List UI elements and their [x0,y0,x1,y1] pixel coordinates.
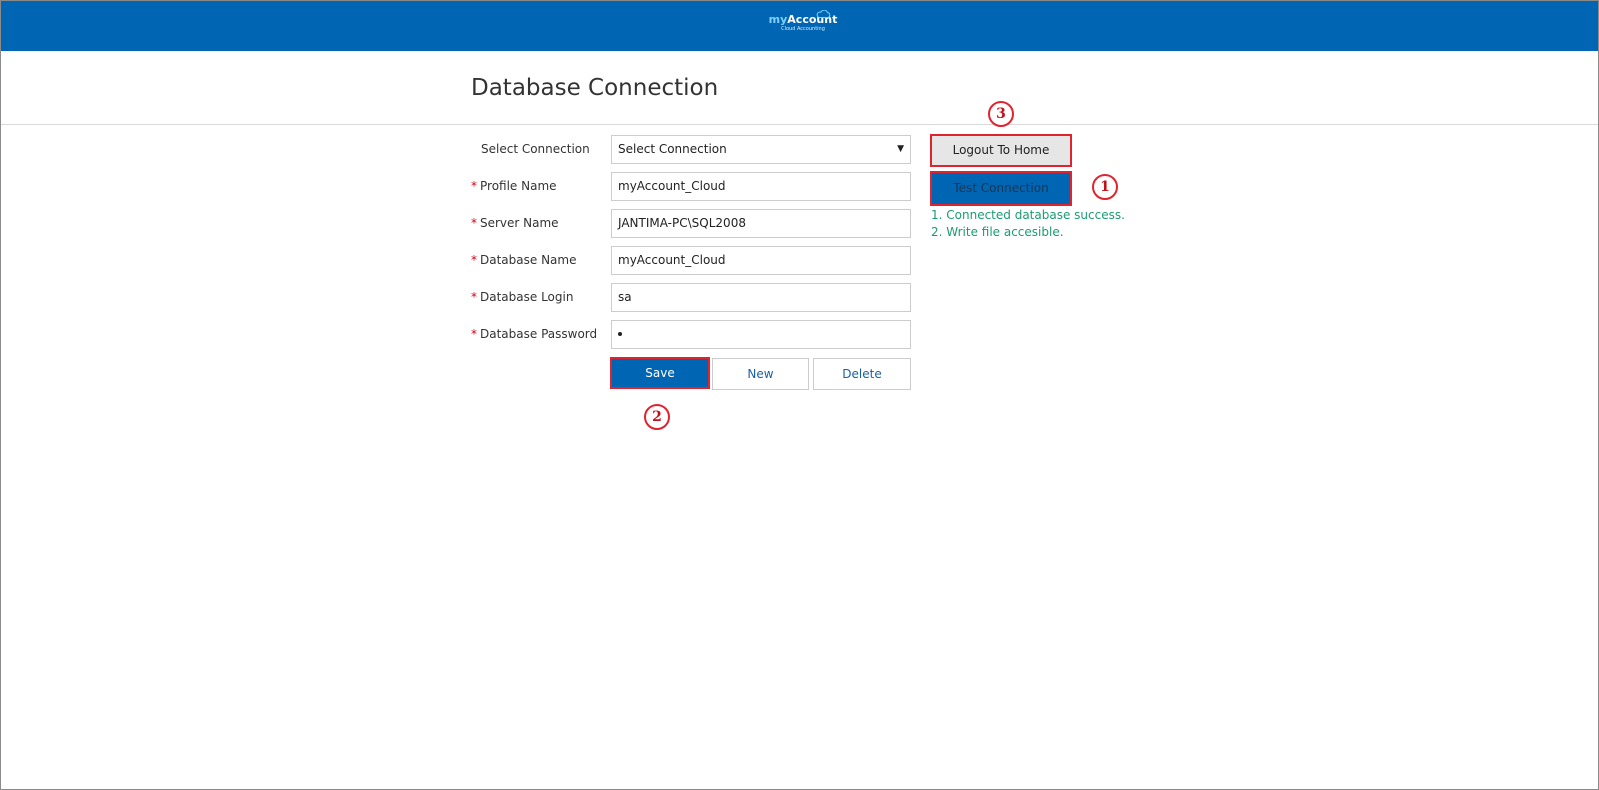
status-message-file: 2. Write file accesible. [931,225,1064,239]
top-header-bar: myAccount Cloud Accounting [1,1,1598,51]
required-asterisk: * [471,253,477,267]
database-name-label: * Database Name [471,253,577,267]
select-connection-label: Select Connection [481,142,590,156]
database-login-label: * Database Login [471,290,574,304]
required-asterisk: * [471,216,477,230]
database-password-label: * Database Password [471,327,598,341]
select-connection-value: Select Connection [618,142,727,156]
save-button[interactable]: Save [610,357,710,389]
myaccount-logo[interactable]: myAccount Cloud Accounting [768,10,838,43]
status-message-db: 1. Connected database success. [931,208,1125,222]
logo-subtitle: Cloud Accounting [781,26,825,32]
cloud-icon [816,10,831,18]
step-marker-1: 1 [1092,174,1118,200]
delete-button[interactable]: Delete [813,358,911,390]
required-asterisk: * [471,290,477,304]
database-name-input[interactable]: myAccount_Cloud [611,246,911,275]
profile-name-label: * Profile Name [471,179,557,193]
test-connection-button[interactable]: Test Connection [930,171,1072,206]
required-asterisk: * [471,327,477,341]
dropdown-arrow-icon: ▼ [897,144,904,154]
title-divider [1,124,1598,125]
database-password-input[interactable] [611,320,911,349]
page-title: Database Connection [471,75,719,101]
profile-name-input[interactable]: myAccount_Cloud [611,172,911,201]
server-name-input[interactable]: JANTIMA-PC\SQL2008 [611,209,911,238]
server-name-label: * Server Name [471,216,559,230]
step-marker-3: 3 [988,101,1014,127]
logout-to-home-button[interactable]: Logout To Home [930,134,1072,167]
database-login-input[interactable]: sa [611,283,911,312]
new-button[interactable]: New [712,358,809,390]
step-marker-2: 2 [644,404,670,430]
password-mask-dot [618,331,622,336]
required-asterisk: * [471,179,477,193]
select-connection-dropdown[interactable]: Select Connection ▼ [611,135,911,164]
